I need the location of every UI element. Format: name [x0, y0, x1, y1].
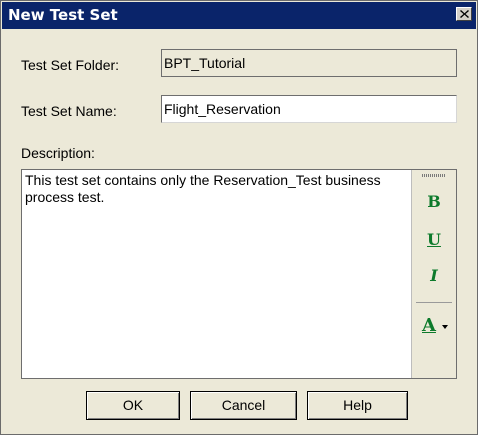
ok-button[interactable]: OK [86, 391, 180, 420]
bold-button[interactable]: B [420, 190, 448, 214]
toolbar-grip[interactable] [422, 174, 446, 177]
italic-button[interactable]: I [420, 264, 448, 288]
new-test-set-dialog: New Test Set Test Set Folder: Test Set N… [0, 0, 478, 435]
underline-icon: U [427, 230, 441, 249]
italic-icon: I [430, 266, 438, 285]
test-set-folder-field[interactable] [161, 49, 457, 77]
dialog-title: New Test Set [8, 6, 118, 24]
test-set-name-field[interactable] [161, 95, 457, 123]
description-label: Description: [21, 145, 95, 161]
description-textarea[interactable]: This test set contains only the Reservat… [22, 170, 411, 378]
title-bar[interactable]: New Test Set [2, 2, 476, 29]
font-color-icon: A [422, 315, 436, 336]
description-editor: This test set contains only the Reservat… [21, 169, 457, 379]
close-button[interactable] [456, 7, 472, 21]
test-set-name-label: Test Set Name: [21, 103, 117, 119]
toolbar-divider [416, 302, 452, 303]
cancel-button[interactable]: Cancel [190, 391, 297, 420]
chevron-down-icon [442, 325, 448, 329]
test-set-folder-label: Test Set Folder: [21, 57, 120, 73]
font-color-button[interactable]: A [418, 315, 452, 339]
bold-icon: B [427, 192, 441, 211]
format-toolbar: B U I A [411, 170, 456, 378]
underline-button[interactable]: U [420, 228, 448, 252]
close-icon [460, 10, 469, 18]
help-button[interactable]: Help [307, 391, 408, 420]
